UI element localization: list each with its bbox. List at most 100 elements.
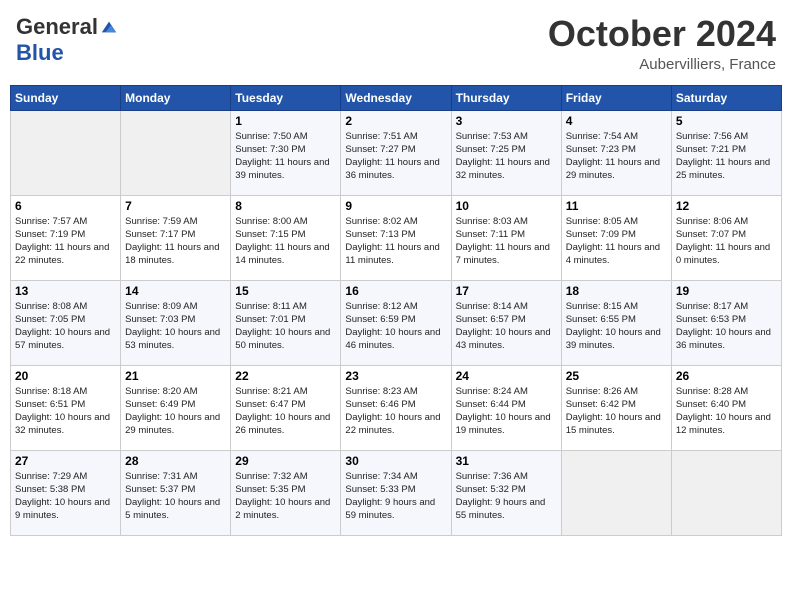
page-header: General Blue October 2024 Aubervilliers,…	[10, 10, 782, 77]
day-info: Sunrise: 7:51 AM Sunset: 7:27 PM Dayligh…	[345, 130, 446, 183]
day-info: Sunrise: 8:05 AM Sunset: 7:09 PM Dayligh…	[566, 215, 667, 268]
calendar-body: 1 Sunrise: 7:50 AM Sunset: 7:30 PM Daylig…	[11, 110, 782, 535]
day-number: 16	[345, 284, 446, 298]
calendar-cell: 28Sunrise: 7:31 AM Sunset: 5:37 PM Dayli…	[121, 450, 231, 535]
day-number: 4	[566, 114, 667, 128]
day-number: 17	[456, 284, 557, 298]
day-number: 26	[676, 369, 777, 383]
calendar-cell	[121, 110, 231, 195]
calendar-cell: 3Sunrise: 7:53 AM Sunset: 7:25 PM Daylig…	[451, 110, 561, 195]
weekday-header-sunday: Sunday	[11, 85, 121, 110]
day-info: Sunrise: 8:08 AM Sunset: 7:05 PM Dayligh…	[15, 300, 116, 353]
day-number: 24	[456, 369, 557, 383]
day-number: 27	[15, 454, 116, 468]
day-info: Sunrise: 8:02 AM Sunset: 7:13 PM Dayligh…	[345, 215, 446, 268]
title-area: October 2024 Aubervilliers, France	[548, 14, 776, 73]
day-info: Sunrise: 7:29 AM Sunset: 5:38 PM Dayligh…	[15, 470, 116, 523]
day-info: Sunrise: 8:06 AM Sunset: 7:07 PM Dayligh…	[676, 215, 777, 268]
day-number: 22	[235, 369, 336, 383]
logo-general-text: General	[16, 14, 98, 40]
day-info: Sunrise: 8:20 AM Sunset: 6:49 PM Dayligh…	[125, 385, 226, 438]
day-info: Sunrise: 8:15 AM Sunset: 6:55 PM Dayligh…	[566, 300, 667, 353]
calendar-cell: 19 Sunrise: 8:17 AM Sunset: 6:53 PM Dayli…	[671, 280, 781, 365]
calendar-cell: 23Sunrise: 8:23 AM Sunset: 6:46 PM Dayli…	[341, 365, 451, 450]
calendar-cell: 16 Sunrise: 8:12 AM Sunset: 6:59 PM Dayli…	[341, 280, 451, 365]
calendar-cell: 13 Sunrise: 8:08 AM Sunset: 7:05 PM Dayli…	[11, 280, 121, 365]
day-info: Sunrise: 8:21 AM Sunset: 6:47 PM Dayligh…	[235, 385, 336, 438]
calendar-cell: 31Sunrise: 7:36 AM Sunset: 5:32 PM Dayli…	[451, 450, 561, 535]
calendar-cell: 30Sunrise: 7:34 AM Sunset: 5:33 PM Dayli…	[341, 450, 451, 535]
day-number: 20	[15, 369, 116, 383]
day-number: 8	[235, 199, 336, 213]
weekday-header-friday: Friday	[561, 85, 671, 110]
calendar-cell: 14Sunrise: 8:09 AM Sunset: 7:03 PM Dayli…	[121, 280, 231, 365]
calendar-cell: 8 Sunrise: 8:00 AM Sunset: 7:15 PM Daylig…	[231, 195, 341, 280]
day-info: Sunrise: 7:50 AM Sunset: 7:30 PM Dayligh…	[235, 130, 336, 183]
weekday-header-wednesday: Wednesday	[341, 85, 451, 110]
calendar-cell: 21 Sunrise: 8:20 AM Sunset: 6:49 PM Dayli…	[121, 365, 231, 450]
day-info: Sunrise: 7:53 AM Sunset: 7:25 PM Dayligh…	[456, 130, 557, 183]
day-info: Sunrise: 7:31 AM Sunset: 5:37 PM Dayligh…	[125, 470, 226, 523]
calendar-cell: 18 Sunrise: 8:15 AM Sunset: 6:55 PM Dayli…	[561, 280, 671, 365]
weekday-header-thursday: Thursday	[451, 85, 561, 110]
calendar-cell: 20 Sunrise: 8:18 AM Sunset: 6:51 PM Dayli…	[11, 365, 121, 450]
logo: General Blue	[16, 14, 118, 66]
day-number: 29	[235, 454, 336, 468]
calendar-cell: 2 Sunrise: 7:51 AM Sunset: 7:27 PM Daylig…	[341, 110, 451, 195]
day-info: Sunrise: 8:14 AM Sunset: 6:57 PM Dayligh…	[456, 300, 557, 353]
day-number: 12	[676, 199, 777, 213]
day-info: Sunrise: 7:57 AM Sunset: 7:19 PM Dayligh…	[15, 215, 116, 268]
day-info: Sunrise: 8:18 AM Sunset: 6:51 PM Dayligh…	[15, 385, 116, 438]
calendar-cell: 22 Sunrise: 8:21 AM Sunset: 6:47 PM Dayli…	[231, 365, 341, 450]
day-info: Sunrise: 7:56 AM Sunset: 7:21 PM Dayligh…	[676, 130, 777, 183]
day-number: 6	[15, 199, 116, 213]
calendar-week-2: 6 Sunrise: 7:57 AM Sunset: 7:19 PM Daylig…	[11, 195, 782, 280]
day-info: Sunrise: 7:36 AM Sunset: 5:32 PM Dayligh…	[456, 470, 557, 523]
weekday-header-tuesday: Tuesday	[231, 85, 341, 110]
calendar-cell: 29 Sunrise: 7:32 AM Sunset: 5:35 PM Dayli…	[231, 450, 341, 535]
day-number: 19	[676, 284, 777, 298]
calendar-cell	[671, 450, 781, 535]
day-info: Sunrise: 8:12 AM Sunset: 6:59 PM Dayligh…	[345, 300, 446, 353]
day-number: 1	[235, 114, 336, 128]
calendar-cell: 24 Sunrise: 8:24 AM Sunset: 6:44 PM Dayli…	[451, 365, 561, 450]
calendar-week-3: 13 Sunrise: 8:08 AM Sunset: 7:05 PM Dayli…	[11, 280, 782, 365]
weekday-header-saturday: Saturday	[671, 85, 781, 110]
calendar-cell: 1 Sunrise: 7:50 AM Sunset: 7:30 PM Daylig…	[231, 110, 341, 195]
location-text: Aubervilliers, France	[548, 56, 776, 73]
day-number: 15	[235, 284, 336, 298]
day-number: 9	[345, 199, 446, 213]
day-number: 13	[15, 284, 116, 298]
day-info: Sunrise: 8:23 AM Sunset: 6:46 PM Dayligh…	[345, 385, 446, 438]
day-info: Sunrise: 7:34 AM Sunset: 5:33 PM Dayligh…	[345, 470, 446, 523]
day-info: Sunrise: 8:11 AM Sunset: 7:01 PM Dayligh…	[235, 300, 336, 353]
day-number: 5	[676, 114, 777, 128]
day-info: Sunrise: 8:24 AM Sunset: 6:44 PM Dayligh…	[456, 385, 557, 438]
calendar-cell: 15 Sunrise: 8:11 AM Sunset: 7:01 PM Dayli…	[231, 280, 341, 365]
calendar-cell: 26 Sunrise: 8:28 AM Sunset: 6:40 PM Dayli…	[671, 365, 781, 450]
logo-blue-text: Blue	[16, 40, 64, 66]
day-number: 11	[566, 199, 667, 213]
day-number: 18	[566, 284, 667, 298]
calendar-cell: 7Sunrise: 7:59 AM Sunset: 7:17 PM Daylig…	[121, 195, 231, 280]
logo-icon	[100, 18, 118, 36]
calendar-cell: 11 Sunrise: 8:05 AM Sunset: 7:09 PM Dayli…	[561, 195, 671, 280]
calendar-cell: 25Sunrise: 8:26 AM Sunset: 6:42 PM Dayli…	[561, 365, 671, 450]
day-info: Sunrise: 8:17 AM Sunset: 6:53 PM Dayligh…	[676, 300, 777, 353]
day-info: Sunrise: 8:03 AM Sunset: 7:11 PM Dayligh…	[456, 215, 557, 268]
calendar-cell: 5 Sunrise: 7:56 AM Sunset: 7:21 PM Daylig…	[671, 110, 781, 195]
day-info: Sunrise: 8:09 AM Sunset: 7:03 PM Dayligh…	[125, 300, 226, 353]
day-number: 2	[345, 114, 446, 128]
day-number: 10	[456, 199, 557, 213]
day-info: Sunrise: 8:00 AM Sunset: 7:15 PM Dayligh…	[235, 215, 336, 268]
day-number: 25	[566, 369, 667, 383]
calendar-cell	[11, 110, 121, 195]
day-info: Sunrise: 7:59 AM Sunset: 7:17 PM Dayligh…	[125, 215, 226, 268]
day-number: 21	[125, 369, 226, 383]
weekday-header-monday: Monday	[121, 85, 231, 110]
day-info: Sunrise: 8:28 AM Sunset: 6:40 PM Dayligh…	[676, 385, 777, 438]
calendar-cell: 12 Sunrise: 8:06 AM Sunset: 7:07 PM Dayli…	[671, 195, 781, 280]
weekday-header-row: SundayMondayTuesdayWednesdayThursdayFrid…	[11, 85, 782, 110]
day-info: Sunrise: 7:32 AM Sunset: 5:35 PM Dayligh…	[235, 470, 336, 523]
month-title: October 2024	[548, 14, 776, 54]
